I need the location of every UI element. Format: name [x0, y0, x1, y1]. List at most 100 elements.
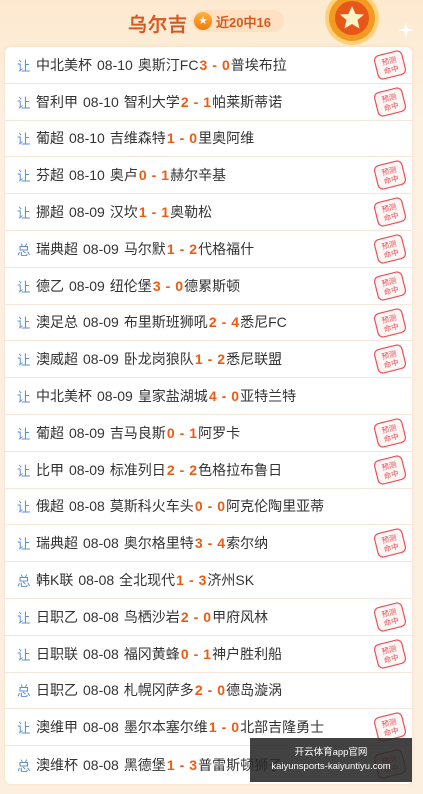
score-separator: -	[221, 314, 227, 331]
match-row[interactable]: 让挪超 08-09 汉坎 1-1 奥勒松 预测 命中	[5, 194, 412, 231]
away-team: 阿克伦陶里亚蒂	[226, 498, 325, 515]
match-date: 08-08	[83, 535, 119, 552]
away-score: 1	[203, 93, 212, 110]
match-row[interactable]: 总韩K联 08-08 全北现代 1-3 济州SK	[5, 562, 412, 599]
prediction-hit-stamp-icon: 预测命中	[373, 308, 407, 338]
match-league: 葡超	[36, 424, 64, 441]
match-row[interactable]: 总日职乙 08-08 札幌冈萨多 2-0 德岛漩涡	[5, 673, 412, 710]
match-row[interactable]: 让比甲 08-09 标准列日 2-2 色格拉布鲁日 预测 命中	[5, 452, 412, 489]
home-score: 1	[208, 719, 217, 736]
score-separator: -	[212, 56, 217, 73]
match-date: 08-10	[97, 56, 133, 73]
match-kind: 让	[17, 132, 31, 148]
score-separator: -	[207, 498, 213, 515]
away-score: 2	[217, 351, 226, 368]
home-score: 3	[199, 56, 208, 73]
away-team: 亚特兰特	[240, 388, 297, 405]
home-score: 4	[208, 388, 217, 405]
away-score: 0	[175, 277, 184, 294]
match-row[interactable]: 让俄超 08-08 莫斯科火车头 0-0 阿克伦陶里亚蒂	[5, 489, 412, 526]
home-team: 吉维森特	[109, 130, 166, 147]
prediction-hit-stamp-icon: 预测命中	[373, 639, 407, 669]
away-score: 4	[217, 535, 226, 552]
prediction-hit-stamp-icon: 预测命中	[373, 197, 407, 227]
away-score: 1	[161, 204, 170, 221]
match-kind: 让	[17, 95, 31, 111]
away-score: 0	[217, 498, 226, 515]
match-date: 08-09	[97, 388, 133, 405]
match-row[interactable]: 让中北美杯 08-09 皇家盐湖城 4-0 亚特兰特	[5, 378, 412, 415]
match-kind: 总	[17, 684, 31, 700]
match-row[interactable]: 让葡超 08-10 吉维森特 1-0 里奥阿维	[5, 121, 412, 158]
away-team: 阿罗卡	[198, 424, 241, 441]
match-league: 德乙	[36, 277, 64, 294]
match-row[interactable]: 让智利甲 08-10 智利大学 2-1 帕莱斯蒂诺 预测 命中	[5, 84, 412, 121]
match-row[interactable]: 让中北美杯 08-10 奥斯汀FC 3-0 普埃布拉 预测 命中	[5, 47, 412, 84]
home-team: 智利大学	[123, 93, 180, 110]
match-league: 澳维杯	[36, 756, 78, 773]
match-date: 08-08	[83, 719, 119, 736]
match-kind: 让	[17, 463, 31, 479]
away-team: 悉尼FC	[240, 314, 287, 331]
home-score: 1	[166, 240, 175, 257]
home-score: 1	[166, 130, 175, 147]
away-team: 甲府风林	[212, 608, 269, 625]
away-score: 0	[221, 56, 230, 73]
home-score: 2	[166, 461, 175, 478]
prediction-hit-stamp-icon: 预测命中	[373, 271, 407, 301]
match-row[interactable]: 让日职乙 08-08 鸟栖沙岩 2-0 甲府风林 预测 命中	[5, 599, 412, 636]
home-score: 0	[138, 167, 147, 184]
score-separator: -	[165, 277, 171, 294]
score-separator: -	[207, 351, 213, 368]
match-kind: 让	[17, 537, 31, 553]
home-team: 卧龙岗狼队	[123, 351, 194, 368]
match-league: 澳足总	[36, 314, 78, 331]
away-team: 北部吉隆勇士	[240, 719, 325, 736]
away-team: 奥勒松	[170, 204, 213, 221]
away-team: 济州SK	[207, 572, 255, 589]
prediction-hit-stamp-icon: 预测命中	[373, 344, 407, 374]
match-league: 瑞典超	[36, 240, 78, 257]
away-team: 里奥阿维	[198, 130, 255, 147]
away-score: 3	[189, 756, 198, 773]
overlay-line2: kaiyunsports-kaiyuntiyu.com	[271, 761, 391, 772]
match-date: 08-09	[83, 314, 119, 331]
match-row[interactable]: 让葡超 08-09 吉马良斯 0-1 阿罗卡 预测 命中	[5, 415, 412, 452]
home-team: 全北现代	[119, 572, 176, 589]
sparkle-icon	[398, 22, 414, 38]
match-league: 智利甲	[36, 93, 78, 110]
match-date: 08-09	[69, 461, 105, 478]
home-team: 皇家盐湖城	[137, 388, 208, 405]
match-kind: 让	[17, 647, 31, 663]
away-score: 4	[231, 314, 240, 331]
away-team: 德累斯顿	[184, 277, 241, 294]
match-row[interactable]: 总瑞典超 08-09 马尔默 1-2 代格福什 预测 命中	[5, 231, 412, 268]
match-league: 澳维甲	[36, 719, 78, 736]
score-separator: -	[221, 388, 227, 405]
match-kind: 让	[17, 279, 31, 295]
away-team: 悉尼联盟	[226, 351, 283, 368]
match-row[interactable]: 让澳足总 08-09 布里斯班狮吼 2-4 悉尼FC 预测 命中	[5, 305, 412, 342]
match-date: 08-08	[78, 572, 115, 589]
match-list: 让中北美杯 08-10 奥斯汀FC 3-0 普埃布拉 预测 命中让智利甲 08-10 智利大学 2…	[5, 47, 412, 784]
away-score: 2	[189, 240, 198, 257]
expert-name: 乌尔吉	[128, 15, 189, 36]
match-row[interactable]: 让瑞典超 08-08 奥尔格里特 3-4 索尔纳 预测 命中	[5, 525, 412, 563]
match-row[interactable]: 让日职联 08-08 福冈黄蜂 0-1 神户胜利船 预测 命中	[5, 636, 412, 673]
match-date: 08-09	[83, 351, 119, 368]
score-separator: -	[151, 167, 157, 184]
match-league: 比甲	[36, 461, 64, 478]
away-score: 3	[198, 572, 207, 589]
score-separator: -	[179, 461, 185, 478]
match-row[interactable]: 让澳威超 08-09 卧龙岗狼队 1-2 悉尼联盟 预测 命中	[5, 341, 412, 379]
score-separator: -	[193, 608, 199, 625]
home-team: 纽伦堡	[109, 277, 152, 294]
match-kind: 让	[17, 169, 31, 185]
away-score: 0	[231, 719, 240, 736]
away-score: 0	[189, 130, 198, 147]
away-team: 神户胜利船	[212, 645, 283, 662]
away-team: 索尔纳	[226, 535, 269, 552]
match-kind: 总	[17, 574, 31, 590]
match-row[interactable]: 让芬超 08-10 奥卢 0-1 赫尔辛基 预测 命中	[5, 157, 412, 195]
match-row[interactable]: 让德乙 08-09 纽伦堡 3-0 德累斯顿 预测 命中	[5, 268, 412, 305]
